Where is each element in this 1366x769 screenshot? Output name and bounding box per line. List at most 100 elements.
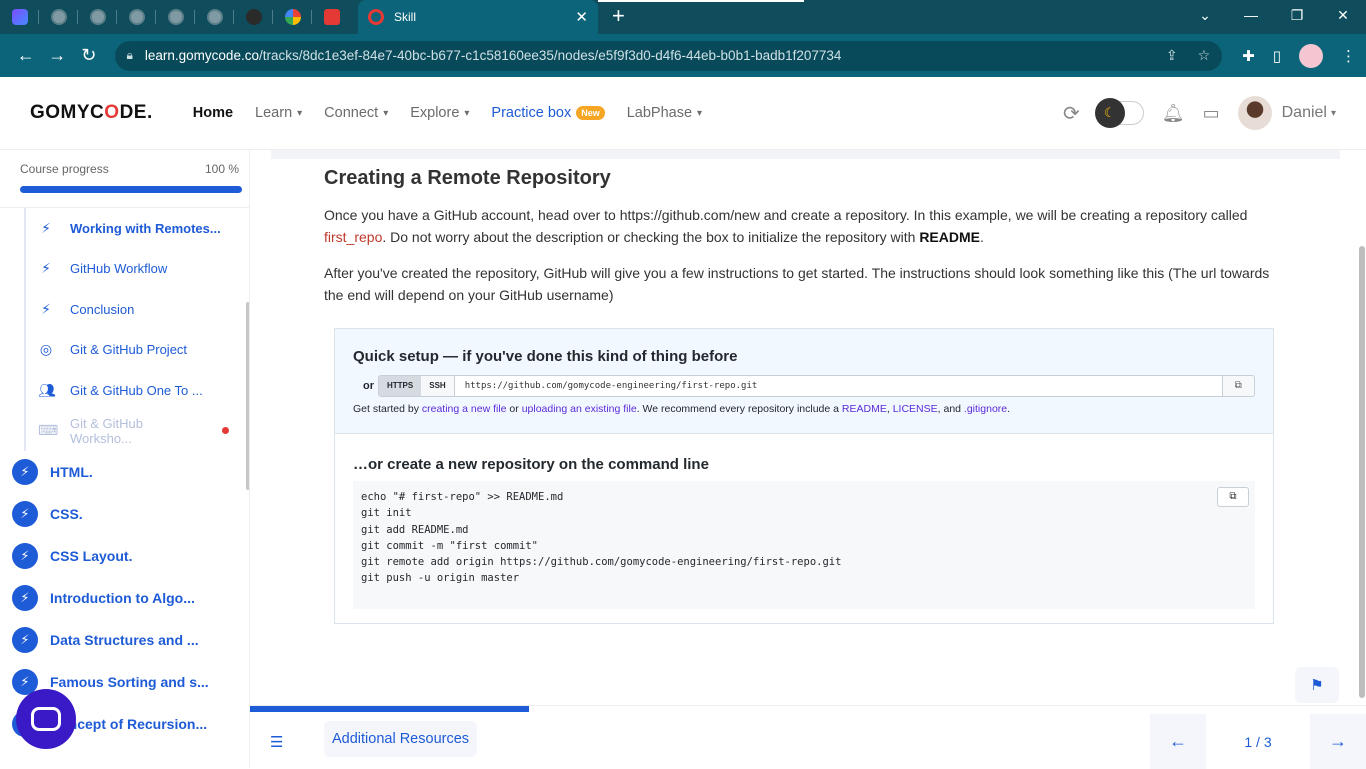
setup-hint: Get started by creating a new file or up… (353, 403, 1011, 415)
menu-icon[interactable]: ⋮ (1341, 47, 1356, 65)
sync-icon[interactable]: ⟳ (1063, 101, 1080, 126)
nav-home[interactable]: Home (193, 105, 233, 121)
readme-link[interactable]: README (842, 403, 887, 415)
lesson-footer: ☰ Additional Resources ← 1 / 3 → (250, 705, 1366, 769)
code-block: echo "# first-repo" >> README.md git ini… (353, 481, 1255, 609)
lesson-item[interactable]: ◎ Git & GitHub Project (38, 330, 249, 371)
nav-explore[interactable]: Explore ▾ (410, 105, 469, 121)
lesson-item[interactable]: ⌨︎ Git & GitHub Worksho... (38, 411, 249, 452)
previous-page-arrow-icon[interactable]: ← (1150, 714, 1206, 769)
tab-favicon[interactable] (273, 0, 312, 34)
window-controls: ⌄ — ❐ ✕ (1182, 0, 1366, 34)
user-menu[interactable]: Daniel ▾ (1282, 104, 1336, 122)
browser-toolbar: ← → ↻ 🔒︎ learn.gomycode.co/tracks/8dc1e3… (0, 34, 1366, 77)
content-scrollbar[interactable] (1359, 246, 1365, 698)
restore-button[interactable]: ❐ (1274, 0, 1320, 34)
tab-favicon[interactable] (156, 0, 195, 34)
course-progress-bar (20, 186, 242, 193)
profile-icon[interactable] (1299, 43, 1324, 68)
unread-dot (222, 427, 229, 435)
copy-icon[interactable]: ⧉ (1222, 375, 1255, 397)
lesson-content: Creating a Remote Repository Once you ha… (250, 150, 1366, 769)
forward-icon[interactable]: → (42, 45, 74, 66)
lock-icon[interactable]: 🔒︎ (127, 48, 133, 63)
chevron-down-icon: ▾ (297, 107, 303, 119)
https-button[interactable]: HTTPS (379, 376, 422, 396)
chevron-down-icon: ▾ (697, 107, 703, 119)
lightning-icon: ⚡︎ (41, 260, 51, 277)
chapter-item[interactable]: ⚡︎ CSS Layout. (0, 535, 249, 577)
additional-resources-tab[interactable]: Additional Resources (324, 721, 478, 757)
share-icon[interactable]: ⇪ (1166, 47, 1178, 64)
lesson-list: ⚡︎ Working with Remotes... ⚡︎ GitHub Workf… (24, 208, 249, 451)
chat-icon (31, 707, 61, 731)
outline-list-icon[interactable]: ☰ (270, 733, 283, 751)
chat-launcher-button[interactable] (16, 689, 76, 749)
site-icon (245, 9, 262, 25)
code-line: git remote add origin https://github.com… (361, 556, 842, 569)
nav-practice-box[interactable]: Practice box New (491, 105, 605, 121)
code-line: echo "# first-repo" >> README.md (361, 491, 564, 503)
dark-mode-toggle[interactable]: ☾ (1094, 98, 1144, 128)
github-setup-screenshot: Quick setup — if you've done this kind o… (334, 328, 1274, 624)
tab-favicon[interactable] (0, 0, 39, 34)
globe-icon (206, 9, 223, 25)
new-tab-button[interactable]: + (612, 5, 625, 27)
code-line: git add README.md (361, 523, 469, 536)
globe-icon (50, 9, 67, 25)
close-window-button[interactable]: ✕ (1320, 0, 1366, 34)
tab-title: Skill (394, 10, 417, 24)
nav-connect[interactable]: Connect ▾ (324, 105, 388, 121)
messages-icon[interactable]: ▭ (1203, 103, 1220, 124)
minimize-button[interactable]: — (1228, 0, 1274, 34)
chapter-item[interactable]: ⚡︎ HTML. (0, 451, 249, 493)
close-tab-icon[interactable]: ✕ (575, 8, 588, 26)
chapter-item[interactable]: ⚡︎ Data Structures and ... (0, 619, 249, 661)
lesson-item[interactable]: ⚡︎ Conclusion (38, 289, 249, 330)
active-browser-tab[interactable]: Skill ✕ (358, 0, 598, 34)
chapter-item[interactable]: ⚡︎ Introduction to Algo... (0, 577, 249, 619)
tab-favicon[interactable] (78, 0, 117, 34)
new-badge: New (576, 106, 605, 120)
copy-icon[interactable]: ⧉ (1217, 487, 1249, 507)
course-sidebar: Course progress 100 % ⚡︎ Working with Rem… (0, 150, 250, 768)
lightning-icon: ⚡︎ (12, 627, 38, 653)
ssh-button[interactable]: SSH (421, 376, 454, 396)
lesson-item[interactable]: ⚡︎ GitHub Workflow (38, 249, 249, 290)
tab-search-icon[interactable]: ⌄ (1182, 0, 1228, 34)
avatar[interactable] (1237, 96, 1272, 130)
lesson-item[interactable]: ⚡︎ Working with Remotes... (38, 208, 249, 249)
clone-url-field[interactable]: https://github.com/gomycode-engineering/… (454, 375, 1223, 397)
tab-favicon[interactable] (312, 0, 351, 34)
nav-learn[interactable]: Learn ▾ (255, 105, 302, 121)
side-panel-icon[interactable]: ▯ (1273, 47, 1281, 65)
upload-file-link[interactable]: uploading an existing file (522, 403, 637, 415)
report-flag-button[interactable]: ⚑ (1295, 667, 1339, 703)
license-link[interactable]: LICENSE (893, 403, 938, 415)
google-icon (284, 9, 301, 25)
bookmark-star-icon[interactable]: ☆ (1198, 47, 1211, 64)
tab-favicon[interactable] (195, 0, 234, 34)
next-page-arrow-icon[interactable]: → (1310, 714, 1366, 769)
tab-favicon[interactable] (117, 0, 156, 34)
back-icon[interactable]: ← (10, 45, 42, 66)
bell-icon[interactable]: 🔔︎ (1162, 103, 1185, 124)
app-icon (11, 9, 28, 25)
gomycode-logo[interactable]: GOMYCODE. (30, 102, 153, 124)
lesson-item[interactable]: 👥︎ Git & GitHub One To ... (38, 370, 249, 411)
gitignore-link[interactable]: .gitignore (964, 403, 1007, 415)
gomycode-icon (368, 9, 384, 25)
creating-new-file-link[interactable]: creating a new file (422, 403, 507, 415)
lightning-icon: ⚡︎ (12, 543, 38, 569)
nav-labphase[interactable]: LabPhase ▾ (627, 105, 702, 121)
address-bar[interactable]: 🔒︎ learn.gomycode.co/tracks/8dc1e3ef-84e… (114, 40, 1223, 71)
quick-setup-title: Quick setup — if you've done this kind o… (353, 348, 738, 365)
chapter-item[interactable]: ⚡︎ CSS. (0, 493, 249, 535)
tab-favicon[interactable] (39, 0, 78, 34)
reload-icon[interactable]: ↻ (73, 45, 105, 66)
protocol-switch: HTTPS SSH (378, 375, 455, 397)
chevron-down-icon: ▾ (383, 107, 389, 119)
progress-label: Course progress (20, 162, 109, 176)
extensions-icon[interactable]: ✚ (1242, 47, 1255, 65)
tab-favicon[interactable] (234, 0, 273, 34)
